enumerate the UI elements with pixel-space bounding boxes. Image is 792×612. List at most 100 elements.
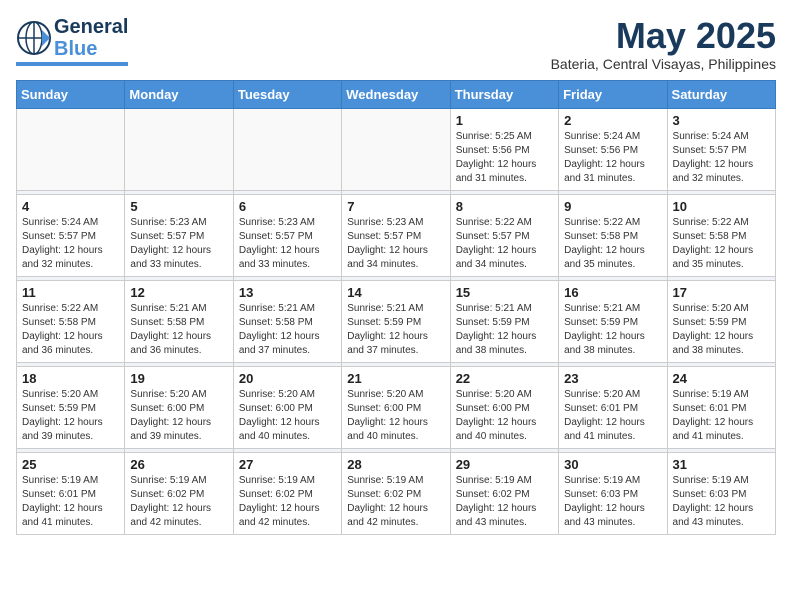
- calendar-cell: 5 Sunrise: 5:23 AM Sunset: 5:57 PM Daylig…: [125, 194, 233, 276]
- week-row-3: 11 Sunrise: 5:22 AM Sunset: 5:58 PM Dayli…: [17, 280, 776, 362]
- calendar-cell: 7 Sunrise: 5:23 AM Sunset: 5:57 PM Daylig…: [342, 194, 450, 276]
- day-number: 11: [22, 285, 119, 300]
- day-info: Sunrise: 5:19 AM Sunset: 6:02 PM Dayligh…: [347, 474, 444, 530]
- calendar-body: 1 Sunrise: 5:25 AM Sunset: 5:56 PM Daylig…: [17, 108, 776, 534]
- day-info: Sunrise: 5:24 AM Sunset: 5:57 PM Dayligh…: [673, 130, 770, 186]
- week-row-1: 1 Sunrise: 5:25 AM Sunset: 5:56 PM Daylig…: [17, 108, 776, 190]
- calendar-cell: 24Sunrise: 5:19 AM Sunset: 6:01 PM Dayli…: [667, 366, 775, 448]
- calendar-subtitle: Bateria, Central Visayas, Philippines: [551, 56, 776, 72]
- day-info: Sunrise: 5:23 AM Sunset: 5:57 PM Dayligh…: [347, 216, 444, 272]
- calendar-cell: 28 Sunrise: 5:19 AM Sunset: 6:02 PM Dayli…: [342, 452, 450, 534]
- day-number: 14: [347, 285, 444, 300]
- page-header: GeneralBlue May 2025 Bateria, Central Vi…: [16, 16, 776, 72]
- day-info: Sunrise: 5:21 AM Sunset: 5:58 PM Dayligh…: [239, 302, 336, 358]
- day-number: 8: [456, 199, 553, 214]
- day-number: 9: [564, 199, 661, 214]
- calendar-cell: 2Sunrise: 5:24 AM Sunset: 5:56 PM Daylig…: [559, 108, 667, 190]
- day-number: 13: [239, 285, 336, 300]
- day-number: 16: [564, 285, 661, 300]
- calendar-cell: 1 Sunrise: 5:25 AM Sunset: 5:56 PM Daylig…: [450, 108, 558, 190]
- day-number: 15: [456, 285, 553, 300]
- logo-text: GeneralBlue: [54, 16, 128, 60]
- calendar-cell: 29 Sunrise: 5:19 AM Sunset: 6:02 PM Dayli…: [450, 452, 558, 534]
- day-number: 5: [130, 199, 227, 214]
- calendar-cell: 21 Sunrise: 5:20 AM Sunset: 6:00 PM Dayli…: [342, 366, 450, 448]
- logo: GeneralBlue: [16, 16, 128, 66]
- calendar-cell: [233, 108, 341, 190]
- calendar-cell: 6Sunrise: 5:23 AM Sunset: 5:57 PM Daylig…: [233, 194, 341, 276]
- calendar-cell: 25Sunrise: 5:19 AM Sunset: 6:01 PM Dayli…: [17, 452, 125, 534]
- day-info: Sunrise: 5:19 AM Sunset: 6:02 PM Dayligh…: [456, 474, 553, 530]
- day-info: Sunrise: 5:22 AM Sunset: 5:57 PM Dayligh…: [456, 216, 553, 272]
- day-number: 7: [347, 199, 444, 214]
- calendar-table: Sunday Monday Tuesday Wednesday Thursday…: [16, 80, 776, 535]
- day-info: Sunrise: 5:19 AM Sunset: 6:03 PM Dayligh…: [564, 474, 661, 530]
- day-number: 31: [673, 457, 770, 472]
- calendar-cell: 31 Sunrise: 5:19 AM Sunset: 6:03 PM Dayli…: [667, 452, 775, 534]
- day-info: Sunrise: 5:20 AM Sunset: 6:00 PM Dayligh…: [347, 388, 444, 444]
- col-tuesday: Tuesday: [233, 80, 341, 108]
- day-number: 25: [22, 457, 119, 472]
- calendar-cell: 16 Sunrise: 5:21 AM Sunset: 5:59 PM Dayli…: [559, 280, 667, 362]
- col-monday: Monday: [125, 80, 233, 108]
- day-number: 12: [130, 285, 227, 300]
- week-row-4: 18 Sunrise: 5:20 AM Sunset: 5:59 PM Dayli…: [17, 366, 776, 448]
- day-number: 30: [564, 457, 661, 472]
- calendar-cell: 18 Sunrise: 5:20 AM Sunset: 5:59 PM Dayli…: [17, 366, 125, 448]
- day-number: 20: [239, 371, 336, 386]
- day-info: Sunrise: 5:20 AM Sunset: 6:01 PM Dayligh…: [564, 388, 661, 444]
- calendar-cell: 3 Sunrise: 5:24 AM Sunset: 5:57 PM Daylig…: [667, 108, 775, 190]
- day-info: Sunrise: 5:19 AM Sunset: 6:02 PM Dayligh…: [130, 474, 227, 530]
- day-number: 4: [22, 199, 119, 214]
- calendar-cell: 4 Sunrise: 5:24 AM Sunset: 5:57 PM Daylig…: [17, 194, 125, 276]
- day-info: Sunrise: 5:24 AM Sunset: 5:56 PM Dayligh…: [564, 130, 661, 186]
- day-info: Sunrise: 5:25 AM Sunset: 5:56 PM Dayligh…: [456, 130, 553, 186]
- day-info: Sunrise: 5:19 AM Sunset: 6:03 PM Dayligh…: [673, 474, 770, 530]
- week-row-2: 4 Sunrise: 5:24 AM Sunset: 5:57 PM Daylig…: [17, 194, 776, 276]
- col-saturday: Saturday: [667, 80, 775, 108]
- day-info: Sunrise: 5:20 AM Sunset: 6:00 PM Dayligh…: [239, 388, 336, 444]
- col-sunday: Sunday: [17, 80, 125, 108]
- calendar-cell: 12Sunrise: 5:21 AM Sunset: 5:58 PM Dayli…: [125, 280, 233, 362]
- calendar-cell: 8 Sunrise: 5:22 AM Sunset: 5:57 PM Daylig…: [450, 194, 558, 276]
- calendar-cell: 10 Sunrise: 5:22 AM Sunset: 5:58 PM Dayli…: [667, 194, 775, 276]
- day-number: 29: [456, 457, 553, 472]
- calendar-cell: 11 Sunrise: 5:22 AM Sunset: 5:58 PM Dayli…: [17, 280, 125, 362]
- calendar-cell: 27Sunrise: 5:19 AM Sunset: 6:02 PM Dayli…: [233, 452, 341, 534]
- day-info: Sunrise: 5:23 AM Sunset: 5:57 PM Dayligh…: [130, 216, 227, 272]
- calendar-cell: 26 Sunrise: 5:19 AM Sunset: 6:02 PM Dayli…: [125, 452, 233, 534]
- day-number: 23: [564, 371, 661, 386]
- calendar-cell: 20 Sunrise: 5:20 AM Sunset: 6:00 PM Dayli…: [233, 366, 341, 448]
- day-info: Sunrise: 5:19 AM Sunset: 6:02 PM Dayligh…: [239, 474, 336, 530]
- day-info: Sunrise: 5:22 AM Sunset: 5:58 PM Dayligh…: [22, 302, 119, 358]
- col-thursday: Thursday: [450, 80, 558, 108]
- calendar-cell: 22 Sunrise: 5:20 AM Sunset: 6:00 PM Dayli…: [450, 366, 558, 448]
- day-info: Sunrise: 5:20 AM Sunset: 5:59 PM Dayligh…: [22, 388, 119, 444]
- day-info: Sunrise: 5:21 AM Sunset: 5:59 PM Dayligh…: [564, 302, 661, 358]
- calendar-cell: 19Sunrise: 5:20 AM Sunset: 6:00 PM Dayli…: [125, 366, 233, 448]
- day-number: 22: [456, 371, 553, 386]
- day-number: 28: [347, 457, 444, 472]
- calendar-cell: [125, 108, 233, 190]
- calendar-cell: 14Sunrise: 5:21 AM Sunset: 5:59 PM Dayli…: [342, 280, 450, 362]
- day-number: 24: [673, 371, 770, 386]
- calendar-cell: 13 Sunrise: 5:21 AM Sunset: 5:58 PM Dayli…: [233, 280, 341, 362]
- day-number: 21: [347, 371, 444, 386]
- day-number: 18: [22, 371, 119, 386]
- title-block: May 2025 Bateria, Central Visayas, Phili…: [551, 16, 776, 72]
- day-number: 26: [130, 457, 227, 472]
- calendar-header-row: Sunday Monday Tuesday Wednesday Thursday…: [17, 80, 776, 108]
- day-number: 19: [130, 371, 227, 386]
- day-info: Sunrise: 5:23 AM Sunset: 5:57 PM Dayligh…: [239, 216, 336, 272]
- day-info: Sunrise: 5:22 AM Sunset: 5:58 PM Dayligh…: [673, 216, 770, 272]
- day-number: 10: [673, 199, 770, 214]
- day-info: Sunrise: 5:24 AM Sunset: 5:57 PM Dayligh…: [22, 216, 119, 272]
- calendar-cell: 30 Sunrise: 5:19 AM Sunset: 6:03 PM Dayli…: [559, 452, 667, 534]
- calendar-cell: [342, 108, 450, 190]
- day-number: 3: [673, 113, 770, 128]
- col-friday: Friday: [559, 80, 667, 108]
- logo-icon: [16, 20, 52, 56]
- day-info: Sunrise: 5:20 AM Sunset: 6:00 PM Dayligh…: [456, 388, 553, 444]
- calendar-cell: 9Sunrise: 5:22 AM Sunset: 5:58 PM Daylig…: [559, 194, 667, 276]
- day-number: 1: [456, 113, 553, 128]
